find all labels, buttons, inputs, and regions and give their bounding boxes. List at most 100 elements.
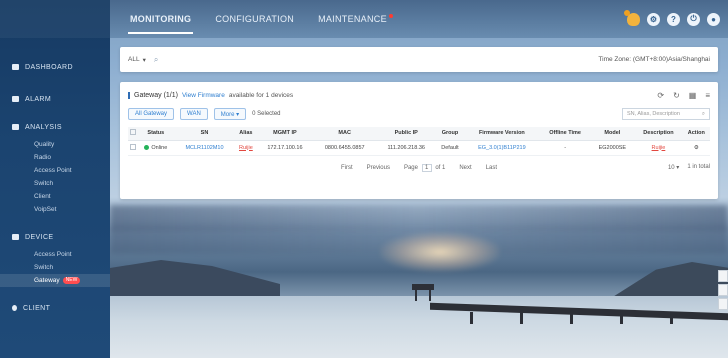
column-header[interactable]: SN <box>174 127 235 141</box>
water <box>110 296 728 358</box>
page-label: Page <box>403 164 418 171</box>
mgmt-ip-cell: 172.17.100.16 <box>256 140 313 156</box>
sidebar-subitem-access-point[interactable]: Access Point <box>0 248 110 261</box>
previous-page-button[interactable]: Previous <box>367 165 390 171</box>
tab-label: CONFIGURATION <box>215 14 295 24</box>
top-navigation: MONITORING CONFIGURATION MAINTENANCE ⚙ ?… <box>110 0 728 38</box>
help-icon[interactable]: ? <box>667 12 680 26</box>
column-header[interactable]: Public IP <box>376 127 437 141</box>
top-icons: ⚙ ? ⏻ ● <box>624 9 728 26</box>
tab-monitoring[interactable]: MONITORING <box>118 0 203 38</box>
page-indicator: Page 1 of 1 <box>403 163 445 172</box>
sidebar-subitem-switch[interactable]: Switch <box>0 177 110 190</box>
column-header[interactable]: MGMT IP <box>256 127 313 141</box>
all-gateway-button[interactable]: All Gateway <box>128 108 175 120</box>
page-input[interactable]: 1 <box>421 163 432 172</box>
reload-icon[interactable]: ↻ <box>673 91 680 100</box>
sidebar-item-label: DASHBOARD <box>25 63 73 71</box>
client-icon <box>12 305 17 311</box>
panel-header: Gateway (1/1) View Firmware available fo… <box>128 88 710 102</box>
filter-input[interactable]: SN, Alias, Description ⌕ <box>622 108 710 120</box>
column-header[interactable]: Status <box>137 127 175 141</box>
tool-button[interactable] <box>718 284 728 296</box>
filter-placeholder: SN, Alias, Description <box>627 111 680 117</box>
online-status-dot <box>144 144 150 150</box>
sidebar-subitem-client[interactable]: Client <box>0 190 110 203</box>
group-cell: Default <box>436 140 464 156</box>
pagination: First Previous Page 1 of 1 Next Last 10 … <box>128 163 710 172</box>
settings-icon[interactable]: ⚙ <box>647 12 660 26</box>
table-row[interactable]: Online MCLR1102M10 Ruijie 172.17.100.16 … <box>128 140 710 156</box>
column-header[interactable]: Firmware Version <box>463 127 540 141</box>
firmware-note: available for 1 devices <box>228 91 294 99</box>
sidebar-item-client[interactable]: CLIENT <box>0 297 110 319</box>
pier-post <box>620 312 623 324</box>
pager-right: 10 ▾ 1 in total <box>668 164 710 171</box>
device-icon <box>12 234 19 240</box>
action-icon[interactable]: ⚙ <box>682 140 710 156</box>
floating-tools <box>718 270 728 312</box>
sidebar-subitem-radio[interactable]: Radio <box>0 151 110 164</box>
sidebar-item-analysis[interactable]: ANALYSIS <box>0 116 110 138</box>
more-button[interactable]: More ▾ <box>213 108 247 120</box>
new-badge: NEW <box>62 277 81 284</box>
sidebar-subitem-quality[interactable]: Quality <box>0 138 110 151</box>
sn-link[interactable]: MCLR1102M10 <box>174 140 235 156</box>
search-icon: ⌕ <box>701 110 705 117</box>
group-selector-value: ALL <box>128 56 140 63</box>
sidebar-item-alarm[interactable]: ALARM <box>0 88 110 110</box>
column-header[interactable]: MAC <box>312 127 377 141</box>
dashboard-icon <box>12 64 19 70</box>
sidebar-subitem-access-point[interactable]: Access Point <box>0 164 110 177</box>
tool-button[interactable] <box>718 298 728 310</box>
mountain <box>110 260 280 296</box>
column-header[interactable]: Group <box>436 127 464 141</box>
tab-configuration[interactable]: CONFIGURATION <box>203 0 306 38</box>
description-link[interactable]: Ruijie <box>634 140 683 156</box>
column-header[interactable]: Offline Time <box>539 127 591 141</box>
mac-cell: 0800.6455.0857 <box>312 140 377 156</box>
column-header[interactable]: Description <box>634 127 683 141</box>
power-icon[interactable]: ⏻ <box>687 12 700 26</box>
sidebar-subitem-voipset[interactable]: VoipSet <box>0 203 110 216</box>
search-icon[interactable]: ⌕ <box>154 55 158 65</box>
last-page-button[interactable]: Last <box>486 165 497 171</box>
next-page-button[interactable]: Next <box>459 165 471 171</box>
status-text: Online <box>151 144 168 151</box>
first-page-button[interactable]: First <box>341 165 353 171</box>
page-size-select[interactable]: 10 ▾ <box>668 164 679 171</box>
wan-button[interactable]: WAN <box>180 108 208 120</box>
sidebar-subitem-label: Gateway <box>34 277 60 284</box>
column-header[interactable]: Alias <box>234 127 257 141</box>
group-selector[interactable]: ALL ▾ <box>128 56 146 64</box>
select-all-checkbox[interactable] <box>128 127 138 141</box>
column-header[interactable]: Model <box>590 127 635 141</box>
firmware-link[interactable]: EG_3.0(1)B11P219 <box>463 140 540 156</box>
sidebar-subitem-switch[interactable]: Switch <box>0 261 110 274</box>
user-icon[interactable]: ● <box>707 12 720 26</box>
sidebar-item-label: DEVICE <box>25 233 54 241</box>
public-ip-cell: 111.206.218.36 <box>376 140 437 156</box>
sidebar-item-device[interactable]: DEVICE <box>0 226 110 248</box>
tab-label: MONITORING <box>130 14 192 24</box>
logo-area <box>0 0 110 38</box>
menu-icon[interactable]: ≡ <box>705 91 710 100</box>
sidebar: DASHBOARD ALARM ANALYSIS Quality Radio A… <box>0 0 110 358</box>
panel-title: Gateway (1/1) <box>128 91 178 99</box>
tab-maintenance[interactable]: MAINTENANCE <box>306 0 405 38</box>
panel-tools: ⟳ ↻ ▦ ≡ <box>657 91 710 100</box>
row-checkbox[interactable] <box>128 140 138 156</box>
columns-icon[interactable]: ▦ <box>689 91 697 100</box>
alias-link[interactable]: Ruijie <box>234 140 257 156</box>
refresh-icon[interactable]: ⟳ <box>657 91 664 100</box>
sidebar-item-label: ALARM <box>25 95 52 103</box>
sidebar-item-dashboard[interactable]: DASHBOARD <box>0 56 110 78</box>
firmware-link[interactable]: View Firmware <box>182 92 225 99</box>
tab-label: MAINTENANCE <box>318 14 387 24</box>
tool-button[interactable] <box>718 270 728 282</box>
model-cell: EG2000SE <box>590 140 635 156</box>
sidebar-subitem-gateway[interactable]: Gateway NEW <box>0 274 110 287</box>
bell-icon[interactable] <box>624 9 640 26</box>
pier-post <box>520 312 523 324</box>
column-header: Action <box>682 127 710 141</box>
